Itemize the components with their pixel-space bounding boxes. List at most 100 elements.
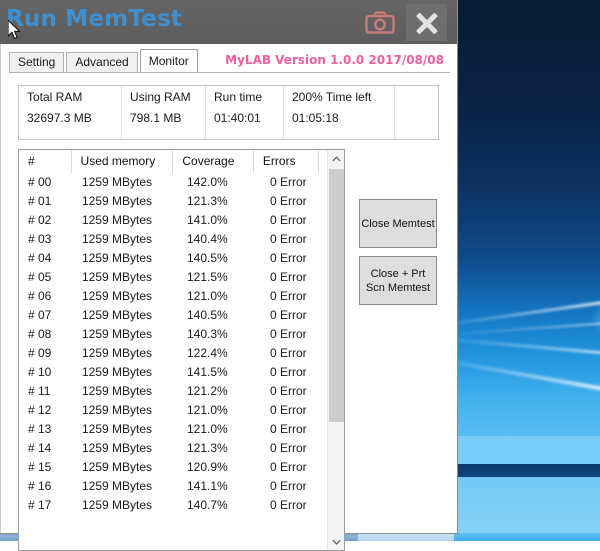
table-cell: 1259 MBytes xyxy=(82,232,153,246)
table-cell: 0 Error xyxy=(270,460,307,474)
table-cell: 0 Error xyxy=(270,175,307,189)
table-cell: 1259 MBytes xyxy=(82,422,153,436)
tab-monitor[interactable]: Monitor xyxy=(139,49,198,72)
tabstrip: Setting Advanced Monitor xyxy=(9,49,200,72)
results-table-body: # 00 1259 MBytes 142.0% 0 Error # 01 1259 MBy… xyxy=(19,173,328,550)
chevron-up-icon[interactable] xyxy=(328,150,344,167)
table-row[interactable]: # 02 1259 MBytes 141.0% 0 Error xyxy=(19,211,328,230)
table-cell: 120.9% xyxy=(187,460,228,474)
table-row[interactable]: # 11 1259 MBytes 121.2% 0 Error xyxy=(19,382,328,401)
table-cell: 1259 MBytes xyxy=(82,175,153,189)
summary-column: 200% Time left 01:05:18 xyxy=(284,86,395,139)
table-cell: 121.0% xyxy=(187,289,228,303)
wallpaper-glow xyxy=(592,296,600,342)
table-row[interactable]: # 08 1259 MBytes 140.3% 0 Error xyxy=(19,325,328,344)
column-header[interactable]: Errors xyxy=(254,150,320,173)
close-button[interactable] xyxy=(406,4,447,41)
table-cell: 0 Error xyxy=(270,289,307,303)
summary-column: Total RAM 32697.3 MB xyxy=(19,86,122,139)
table-row[interactable]: # 14 1259 MBytes 121.3% 0 Error xyxy=(19,439,328,458)
tab-setting[interactable]: Setting xyxy=(9,52,65,72)
table-cell: 121.3% xyxy=(187,441,228,455)
table-cell: 0 Error xyxy=(270,346,307,360)
wallpaper-streak xyxy=(440,322,600,336)
table-cell: # 15 xyxy=(28,460,52,474)
results-listbox[interactable]: # Used memory Coverage Errors # 00 1259 MByt… xyxy=(18,149,345,551)
table-cell: 0 Error xyxy=(270,327,307,341)
table-row[interactable]: # 00 1259 MBytes 142.0% 0 Error xyxy=(19,173,328,192)
table-row[interactable]: # 09 1259 MBytes 122.4% 0 Error xyxy=(19,344,328,363)
table-row[interactable]: # 10 1259 MBytes 141.5% 0 Error xyxy=(19,363,328,382)
table-cell: 0 Error xyxy=(270,384,307,398)
window-titlebar[interactable]: Run MemTest xyxy=(0,0,457,44)
table-cell: 1259 MBytes xyxy=(82,213,153,227)
scrollbar-thumb[interactable] xyxy=(329,169,344,422)
table-cell: # 02 xyxy=(28,213,52,227)
table-row[interactable]: # 06 1259 MBytes 121.0% 0 Error xyxy=(19,287,328,306)
table-cell: # 11 xyxy=(28,384,51,398)
table-cell: 1259 MBytes xyxy=(82,194,153,208)
table-cell: 1259 MBytes xyxy=(82,403,153,417)
table-cell: 1259 MBytes xyxy=(82,289,153,303)
results-table-header: # Used memory Coverage Errors xyxy=(19,150,328,173)
tab-advanced[interactable]: Advanced xyxy=(66,52,138,72)
table-cell: # 09 xyxy=(28,346,52,360)
page-title: Run MemTest xyxy=(6,6,183,32)
table-cell: 0 Error xyxy=(270,194,307,208)
table-row[interactable]: # 01 1259 MBytes 121.3% 0 Error xyxy=(19,192,328,211)
table-cell: 0 Error xyxy=(270,270,307,284)
table-cell: 1259 MBytes xyxy=(82,270,153,284)
summary-column-header: 200% Time left xyxy=(292,90,372,104)
taskbar-segment xyxy=(454,533,600,541)
window-client-area: Setting Advanced Monitor MyLAB Version 1… xyxy=(0,44,457,551)
close-memtest-button[interactable]: Close Memtest xyxy=(359,199,437,248)
column-header[interactable]: Coverage xyxy=(173,150,254,173)
table-cell: 1259 MBytes xyxy=(82,441,153,455)
table-cell: 122.4% xyxy=(187,346,228,360)
table-cell: # 17 xyxy=(28,498,52,512)
table-row[interactable]: # 03 1259 MBytes 140.4% 0 Error xyxy=(19,230,328,249)
chevron-down-icon[interactable] xyxy=(328,533,344,550)
table-cell: 0 Error xyxy=(270,479,307,493)
table-row[interactable]: # 16 1259 MBytes 141.1% 0 Error xyxy=(19,477,328,496)
table-cell: 140.3% xyxy=(187,327,228,341)
table-cell: 141.1% xyxy=(187,479,228,493)
column-header[interactable]: # xyxy=(19,150,72,173)
table-cell: 0 Error xyxy=(270,232,307,246)
table-cell: 140.4% xyxy=(187,232,228,246)
table-row[interactable]: # 05 1259 MBytes 121.5% 0 Error xyxy=(19,268,328,287)
table-cell: # 07 xyxy=(28,308,52,322)
table-cell: # 04 xyxy=(28,251,52,265)
table-cell: 0 Error xyxy=(270,251,307,265)
table-cell: 0 Error xyxy=(270,441,307,455)
table-cell: 140.7% xyxy=(187,498,228,512)
results-scrollbar[interactable] xyxy=(327,150,344,550)
table-cell: 1259 MBytes xyxy=(82,365,153,379)
table-cell: 1259 MBytes xyxy=(82,346,153,360)
table-cell: # 14 xyxy=(28,441,52,455)
table-cell: # 00 xyxy=(28,175,52,189)
table-cell: 1259 MBytes xyxy=(82,479,153,493)
table-row[interactable]: # 04 1259 MBytes 140.5% 0 Error xyxy=(19,249,328,268)
table-cell: 141.5% xyxy=(187,365,228,379)
table-cell: 0 Error xyxy=(270,365,307,379)
table-cell: 0 Error xyxy=(270,403,307,417)
table-row[interactable]: # 13 1259 MBytes 121.0% 0 Error xyxy=(19,420,328,439)
camera-icon[interactable] xyxy=(363,7,397,37)
close-prtscn-memtest-button-label-line1: Close + Prt xyxy=(370,267,426,280)
table-row[interactable]: # 07 1259 MBytes 140.5% 0 Error xyxy=(19,306,328,325)
table-cell: # 10 xyxy=(28,365,52,379)
version-label: MyLAB Version 1.0.0 2017/08/08 xyxy=(225,53,444,67)
table-row[interactable]: # 15 1259 MBytes 120.9% 0 Error xyxy=(19,458,328,477)
table-row[interactable]: # 12 1259 MBytes 121.0% 0 Error xyxy=(19,401,328,420)
summary-panel: Total RAM 32697.3 MB Using RAM 798.1 MB Run … xyxy=(18,85,439,140)
summary-column xyxy=(395,86,440,139)
table-cell: 0 Error xyxy=(270,422,307,436)
table-cell: # 03 xyxy=(28,232,52,246)
table-cell: 1259 MBytes xyxy=(82,460,153,474)
table-cell: # 05 xyxy=(28,270,52,284)
table-cell: 1259 MBytes xyxy=(82,251,153,265)
column-header[interactable]: Used memory xyxy=(72,150,174,173)
close-prtscn-memtest-button[interactable]: Close + Prt Scn Memtest xyxy=(359,256,437,305)
table-row[interactable]: # 17 1259 MBytes 140.7% 0 Error xyxy=(19,496,328,515)
